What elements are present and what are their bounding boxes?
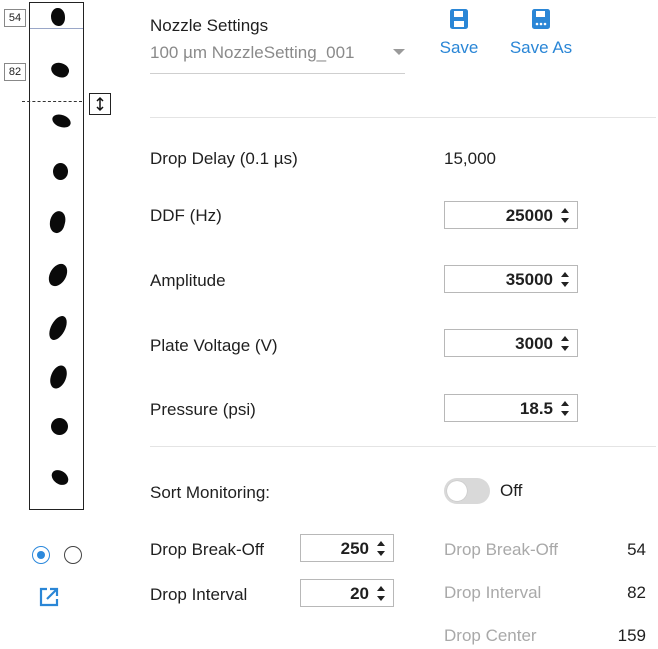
popout-button[interactable] (38, 586, 60, 608)
amplitude-value: 35000 (505, 270, 553, 289)
stepper-arrows-icon[interactable] (561, 272, 570, 287)
monitor-break-off-label: Drop Break-Off (444, 540, 559, 559)
monitor-interval-value: 82 (627, 583, 646, 602)
sort-monitoring-toggle[interactable] (444, 478, 490, 504)
open-external-icon (39, 587, 59, 607)
drop-delay-label: Drop Delay (0.1 µs) (150, 149, 298, 168)
vertical-resize-icon (96, 96, 104, 112)
droplet (51, 8, 65, 26)
stepper-arrows-icon[interactable] (561, 401, 570, 416)
monitor-break-off-value: 54 (627, 540, 646, 559)
save-as-label: Save As (509, 38, 573, 57)
marker-label-top: 54 (4, 9, 26, 27)
pressure-label: Pressure (psi) (150, 400, 256, 419)
pressure-stepper[interactable]: 18.5 (444, 394, 578, 422)
drop-interval-label: Drop Interval (150, 585, 248, 604)
nozzle-preset-dropdown[interactable]: 100 µm NozzleSetting_001 (150, 40, 405, 74)
monitor-interval-label: Drop Interval (444, 583, 542, 602)
droplet (50, 112, 73, 130)
drop-interval-stepper[interactable]: 20 (300, 579, 394, 607)
break-off-line (30, 28, 83, 29)
sort-monitoring-label: Sort Monitoring: (150, 483, 270, 502)
drop-break-off-label: Drop Break-Off (150, 540, 265, 559)
plate-voltage-value: 3000 (515, 334, 553, 353)
droplet (47, 209, 68, 235)
stepper-arrows-icon[interactable] (377, 541, 386, 556)
stepper-arrows-icon[interactable] (561, 336, 570, 351)
drop-break-off-value: 250 (340, 539, 369, 558)
preset-value: 100 µm NozzleSetting_001 (150, 43, 355, 62)
resize-handle[interactable] (89, 93, 111, 115)
ddf-value: 25000 (505, 206, 553, 225)
nozzle-settings-title: Nozzle Settings (150, 16, 269, 35)
pressure-value: 18.5 (519, 399, 553, 418)
stepper-arrows-icon[interactable] (561, 208, 570, 223)
header-divider (150, 117, 656, 118)
droplet-image-strip (29, 2, 84, 510)
droplet (45, 313, 71, 343)
toggle-knob (447, 481, 467, 501)
ddf-stepper[interactable]: 25000 (444, 201, 578, 229)
droplet (53, 163, 68, 180)
droplet (51, 418, 68, 435)
view-mode-radio-2[interactable] (64, 546, 82, 564)
sort-monitoring-state: Off (500, 481, 523, 500)
save-button[interactable]: Save (438, 8, 480, 58)
plate-voltage-label: Plate Voltage (V) (150, 336, 278, 355)
save-label: Save (439, 38, 479, 57)
droplet (45, 260, 71, 290)
amplitude-stepper[interactable]: 35000 (444, 265, 578, 293)
drop-delay-value: 15,000 (444, 149, 496, 168)
droplet (48, 59, 72, 81)
save-as-button[interactable]: Save As (507, 8, 575, 58)
view-mode-radio-1[interactable] (32, 546, 50, 564)
ddf-label: DDF (Hz) (150, 206, 222, 225)
floppy-disk-icon (450, 9, 468, 29)
amplitude-label: Amplitude (150, 271, 226, 290)
droplet (48, 467, 72, 488)
plate-voltage-stepper[interactable]: 3000 (444, 329, 578, 357)
position-marker-line (22, 101, 82, 102)
monitor-center-label: Drop Center (444, 626, 537, 645)
floppy-disk-dots-icon (532, 9, 550, 29)
drop-interval-value: 20 (350, 584, 369, 603)
chevron-down-icon (393, 49, 405, 55)
droplet (47, 363, 70, 391)
marker-label-mid: 82 (4, 63, 26, 81)
drop-break-off-stepper[interactable]: 250 (300, 534, 394, 562)
stepper-arrows-icon[interactable] (377, 586, 386, 601)
monitor-center-value: 159 (617, 626, 646, 645)
section-divider (150, 446, 656, 447)
